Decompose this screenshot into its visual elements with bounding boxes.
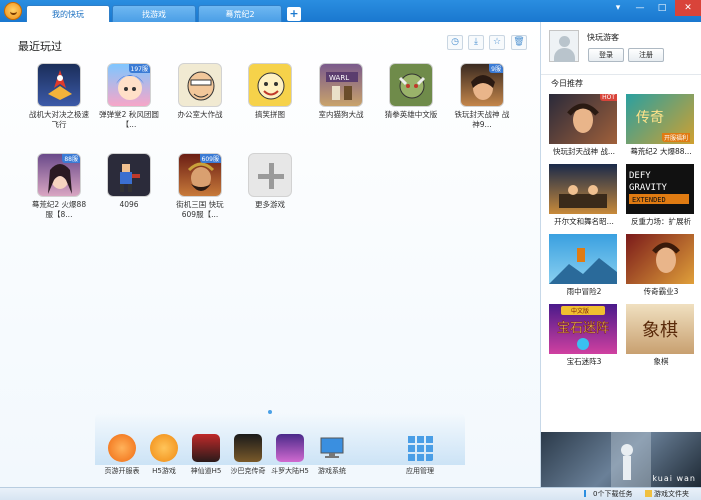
folder-icon	[645, 490, 652, 497]
svg-text:象棋: 象棋	[642, 320, 678, 341]
avatar[interactable]	[549, 30, 579, 62]
game-item[interactable]: 197服 弹弹堂2 秋风团圆【...	[99, 63, 159, 130]
game-icon	[389, 63, 433, 107]
svg-text:EXTENDED: EXTENDED	[632, 196, 666, 204]
download-arrow-icon	[584, 490, 591, 497]
monitor-icon	[318, 434, 346, 462]
today-recommend-title: 今日推荐	[551, 79, 583, 88]
download-icon[interactable]: ⤓	[468, 35, 484, 50]
game-item[interactable]: 搞笑拼图	[240, 63, 300, 130]
dock-item-douluo[interactable]: 斗罗大陆H5	[268, 434, 312, 476]
game-icon: 609服	[178, 153, 222, 197]
close-button[interactable]: ✕	[675, 0, 701, 16]
dock-item-app-manager[interactable]: 应用管理	[398, 434, 442, 476]
game-item[interactable]: 猜拳英雄中文版	[381, 63, 441, 130]
recommend-item[interactable]: 中文版 宝石迷阵 宝石迷阵3	[549, 304, 619, 367]
username: 快玩游客	[587, 33, 619, 42]
game-item[interactable]: 4096	[99, 153, 159, 220]
tab-my-kuaiwan[interactable]: 我的快玩	[26, 5, 110, 22]
svg-text:传奇: 传奇	[636, 109, 664, 126]
svg-text:DEFY: DEFY	[629, 171, 651, 181]
svg-text:GRAVITY: GRAVITY	[629, 183, 668, 193]
dock-item-server-list[interactable]: 页游开服表	[100, 434, 144, 476]
status-bar: 0个下载任务 游戏文件夹	[0, 487, 701, 500]
recommend-image	[549, 234, 617, 284]
svg-text:宝石迷阵: 宝石迷阵	[557, 321, 609, 336]
recommend-item[interactable]: 雨中冒险2	[549, 234, 619, 297]
game-item[interactable]: 9服 铁玩封天战神 战神9...	[452, 63, 512, 130]
recommend-item[interactable]: 开尔文和舞名昭...	[549, 164, 619, 227]
kuaiwan-logo-icon[interactable]	[4, 2, 22, 20]
register-button[interactable]: 注册	[628, 48, 664, 62]
dock-item-shabake[interactable]: 沙巴克传奇	[226, 434, 270, 476]
trash-icon[interactable]: 🗑	[511, 35, 527, 50]
game-icon: WARL	[319, 63, 363, 107]
tab-manghuangji2[interactable]: 蓦荒纪2	[198, 5, 282, 22]
dock-item-game-system[interactable]: 游戏系统	[310, 434, 354, 476]
recommend-image: DEFY GRAVITY EXTENDED	[626, 164, 694, 214]
game-icon: 197服	[107, 63, 151, 107]
shenxiandao-icon	[192, 434, 220, 462]
svg-text:中文版: 中文版	[571, 307, 589, 315]
game-icon: 9服	[460, 63, 504, 107]
game-item[interactable]: 战机大对决之极速飞行	[29, 63, 89, 130]
recommend-item[interactable]: DEFY GRAVITY EXTENDED 反重力场：扩展析	[626, 164, 696, 227]
section-title: 最近玩过	[18, 40, 62, 53]
game-item[interactable]: WARL 室内猫狗大战	[311, 63, 371, 130]
recommend-image	[626, 234, 694, 284]
kuaiwan-mascot-icon	[108, 434, 136, 462]
menu-dropdown-icon[interactable]: ▾	[607, 0, 629, 16]
clock-icon[interactable]: ◷	[447, 35, 463, 50]
recommend-image: 中文版 宝石迷阵	[549, 304, 617, 354]
recommend-image: HOT	[549, 94, 617, 144]
title-bar: 我的快玩 找游戏 蓦荒纪2 + ▾ — □ ✕	[0, 0, 701, 22]
recommend-image: 象棋	[626, 304, 694, 354]
download-tasks[interactable]: 0个下载任务	[584, 489, 632, 499]
shabake-icon	[234, 434, 262, 462]
dock-item-h5-games[interactable]: H5游戏	[142, 434, 186, 476]
game-item[interactable]: 88服 蓦荒纪2 火爆88服【8...	[29, 153, 89, 220]
promo-banner[interactable]: kuai wan	[541, 432, 701, 487]
game-icon	[107, 153, 151, 197]
game-folder-link[interactable]: 游戏文件夹	[645, 489, 689, 499]
game-icon	[248, 63, 292, 107]
game-item[interactable]: 609服 街机三国 快玩609服【...	[170, 153, 230, 220]
game-icon	[37, 63, 81, 107]
game-icon: 88服	[37, 153, 81, 197]
recommend-item[interactable]: 象棋 象棋	[626, 304, 696, 367]
sidebar: 快玩游客 登录 注册 今日推荐 HOT 快玩封天战神 战... 传奇 开服福利 …	[540, 22, 701, 487]
game-icon	[178, 63, 222, 107]
recommend-image	[549, 164, 617, 214]
h5-mascot-icon	[150, 434, 178, 462]
divider	[541, 74, 701, 75]
add-tab-button[interactable]: +	[287, 7, 301, 21]
plus-icon	[248, 153, 292, 197]
more-games-button[interactable]: 更多游戏	[240, 153, 300, 220]
recommend-item[interactable]: 传奇 开服福利 蓦荒纪2 大爆88...	[626, 94, 696, 157]
recommend-item[interactable]: HOT 快玩封天战神 战...	[549, 94, 619, 157]
recommend-item[interactable]: 传奇霸业3	[626, 234, 696, 297]
star-icon[interactable]: ☆	[489, 35, 505, 50]
grid-apps-icon	[406, 434, 434, 462]
dock-item-shenxiandao[interactable]: 神仙道H5	[184, 434, 228, 476]
game-item[interactable]: 办公室大作战	[170, 63, 230, 130]
svg-text:WARL: WARL	[329, 74, 349, 82]
minimize-button[interactable]: —	[629, 0, 651, 16]
tab-find-games[interactable]: 找游戏	[112, 5, 196, 22]
recommend-image: 传奇 开服福利	[626, 94, 694, 144]
douluo-icon	[276, 434, 304, 462]
maximize-button[interactable]: □	[651, 0, 673, 16]
login-button[interactable]: 登录	[588, 48, 624, 62]
